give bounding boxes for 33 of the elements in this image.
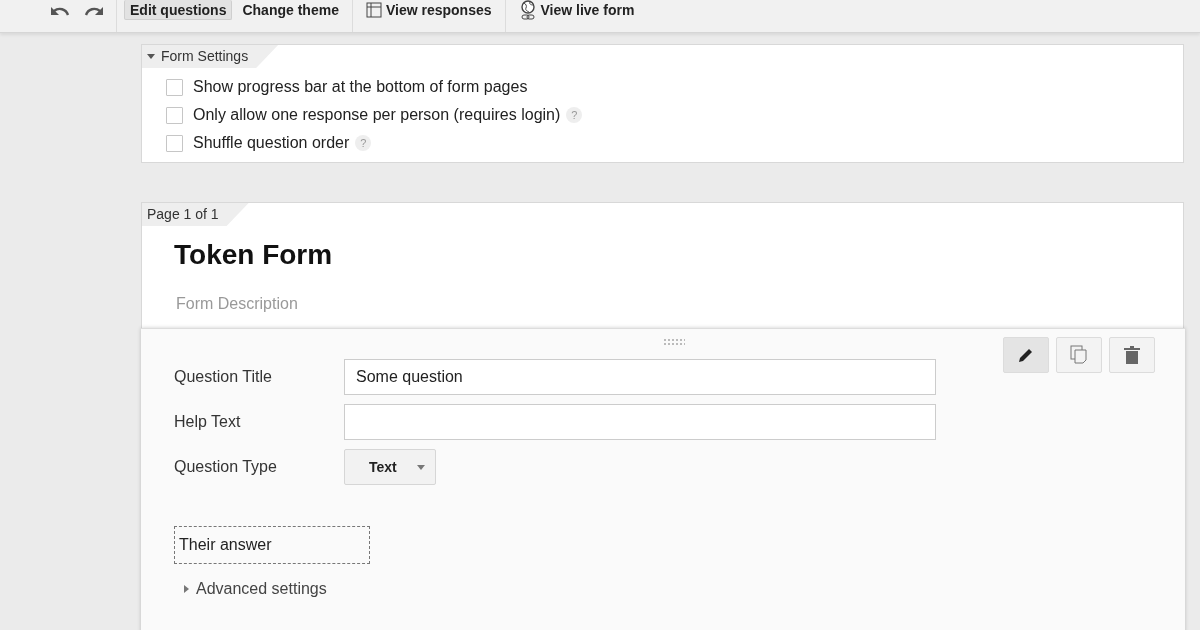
checkbox[interactable] [166, 78, 183, 96]
checkbox[interactable] [166, 134, 183, 152]
input-field[interactable]: Some question [344, 359, 936, 395]
answer-preview: Their answer [174, 526, 370, 564]
drag-handle-icon[interactable] [663, 338, 685, 346]
option-label: Only allow one response per person (requires login) [193, 106, 561, 124]
undo-icon [50, 4, 70, 16]
toolbar-button[interactable]: View responses [359, 0, 498, 20]
option-label: Shuffle question order [193, 134, 350, 152]
form-title: Token Form [173, 238, 334, 271]
field-label: Help Text [174, 413, 242, 431]
pencil-icon [1017, 346, 1035, 364]
edit-button[interactable] [1003, 337, 1049, 373]
field-label: Question Title [174, 368, 273, 386]
toolbar-button[interactable]: Edit questions [124, 0, 233, 20]
disclosure-icon [182, 585, 190, 593]
section-tab[interactable]: Form Settings [142, 45, 279, 68]
toolbar-button[interactable]: Change theme [236, 0, 345, 20]
checkbox[interactable] [166, 106, 183, 124]
duplicate-button[interactable] [1056, 337, 1102, 373]
advanced-settings-toggle[interactable]: Advanced settings [174, 580, 327, 598]
disclosure-icon [147, 52, 155, 60]
field-label: Question Type [174, 458, 278, 476]
toolbar-button[interactable]: View live form [512, 0, 641, 20]
table-icon [365, 1, 382, 18]
trash-icon [1124, 346, 1140, 364]
globe-link-icon [518, 0, 537, 20]
input-field[interactable] [344, 404, 936, 440]
delete-button[interactable] [1109, 337, 1155, 373]
caret-icon [417, 463, 425, 471]
type-dropdown[interactable]: Text [344, 449, 436, 485]
copy-icon [1070, 345, 1088, 365]
option-label: Show progress bar at the bottom of form pages [193, 78, 528, 96]
